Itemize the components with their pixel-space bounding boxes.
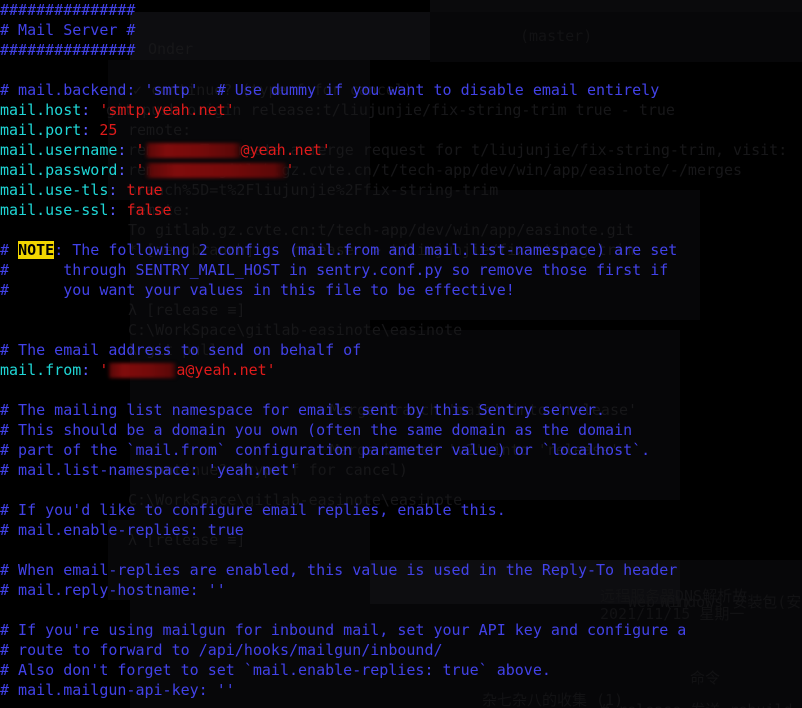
config-value: 'smtp.yeah.net'	[99, 101, 235, 119]
code-line[interactable]: # mail.backend: 'smtp' # Use dummy if yo…	[0, 80, 802, 100]
code-line[interactable]	[0, 300, 802, 320]
code-line[interactable]: ###############	[0, 40, 802, 60]
code-line[interactable]	[0, 380, 802, 400]
code-line[interactable]: # NOTE: The following 2 configs (mail.fr…	[0, 240, 802, 260]
redacted-value	[144, 143, 241, 158]
code-line[interactable]: # you want your values in this file to b…	[0, 280, 802, 300]
note-badge: NOTE	[18, 241, 55, 259]
code-line[interactable]: # Mail Server #	[0, 20, 802, 40]
comment-text: # mail.backend: 'smtp' # Use dummy if yo…	[0, 81, 660, 99]
config-key: mail.from	[0, 361, 82, 379]
code-line[interactable]: # through SENTRY_MAIL_HOST in sentry.con…	[0, 260, 802, 280]
comment-text: # The mailing list namespace for emails …	[0, 401, 606, 419]
config-file-text[interactable]: ############### # Mail Server # ##########…	[0, 0, 802, 708]
comment-text: # mail.reply-hostname: ''	[0, 581, 226, 599]
code-line[interactable]: # The mailing list namespace for emails …	[0, 400, 802, 420]
config-value: true	[126, 181, 163, 199]
comment-text: # through SENTRY_MAIL_HOST in sentry.con…	[0, 261, 669, 279]
comment-hash: #	[0, 241, 19, 259]
code-line[interactable]: # The email address to send on behalf of	[0, 340, 802, 360]
code-line[interactable]: mail.use-ssl: false	[0, 200, 802, 220]
config-key: mail.use-ssl	[0, 201, 109, 219]
comment-text: # If you're using mailgun for inbound ma…	[0, 621, 687, 639]
config-separator: :	[117, 141, 136, 159]
config-key: mail.password	[0, 161, 118, 179]
code-line[interactable]: # mail.reply-hostname: ''	[0, 580, 802, 600]
config-value-suffix: '	[285, 161, 295, 179]
code-line[interactable]: ###############	[0, 0, 802, 20]
comment-text: # Also don't forget to set `mail.enable-…	[0, 661, 551, 679]
comment-text: # When email-replies are enabled, this v…	[0, 561, 678, 579]
config-value: 25	[99, 121, 118, 139]
redacted-value	[144, 163, 286, 178]
code-line[interactable]	[0, 480, 802, 500]
config-key: mail.username	[0, 141, 118, 159]
screen-root: Onder (master) ✓ continue? (type f for can…	[0, 0, 802, 708]
code-line[interactable]: mail.host: 'smtp.yeah.net'	[0, 100, 802, 120]
config-value-suffix: @yeah.net'	[240, 141, 331, 159]
code-line[interactable]	[0, 320, 802, 340]
code-line[interactable]: mail.password: ' '	[0, 160, 802, 180]
code-line[interactable]: mail.from: ' a@yeah.net'	[0, 360, 802, 380]
code-line[interactable]	[0, 600, 802, 620]
comment-text: # Mail Server #	[0, 21, 136, 39]
code-line[interactable]: # mail.enable-replies: true	[0, 520, 802, 540]
comment-text: # If you'd like to configure email repli…	[0, 501, 506, 519]
comment-text: # mail.list-namespace: 'yeah.net'	[0, 461, 299, 479]
config-value-suffix: a@yeah.net'	[176, 361, 276, 379]
config-separator: :	[81, 101, 100, 119]
comment-text: # This should be a domain you own (often…	[0, 421, 633, 439]
code-line[interactable]: # When email-replies are enabled, this v…	[0, 560, 802, 580]
config-value-quote-open: '	[135, 161, 145, 179]
code-line[interactable]: mail.port: 25	[0, 120, 802, 140]
comment-text: # part of the `mail.from` configuration …	[0, 441, 651, 459]
config-value-quote-open: '	[135, 141, 145, 159]
config-key: mail.port	[0, 121, 82, 139]
code-line[interactable]: # part of the `mail.from` configuration …	[0, 440, 802, 460]
code-line[interactable]	[0, 220, 802, 240]
code-line[interactable]: # mail.mailgun-api-key: ''	[0, 680, 802, 700]
code-line[interactable]: mail.username: ' @yeah.net'	[0, 140, 802, 160]
comment-text: # you want your values in this file to b…	[0, 281, 515, 299]
comment-text: # mail.enable-replies: true	[0, 521, 244, 539]
config-separator: :	[117, 161, 136, 179]
config-separator: :	[108, 201, 127, 219]
code-line[interactable]: # mail.list-namespace: 'yeah.net'	[0, 460, 802, 480]
config-separator: :	[81, 361, 100, 379]
code-line[interactable]: # If you're using mailgun for inbound ma…	[0, 620, 802, 640]
comment-text: : The following 2 configs (mail.from and…	[54, 241, 678, 259]
code-line[interactable]: # Also don't forget to set `mail.enable-…	[0, 660, 802, 680]
comment-text: ###############	[0, 41, 136, 59]
code-line[interactable]	[0, 60, 802, 80]
comment-text: # mail.mailgun-api-key: ''	[0, 681, 235, 699]
comment-text: # The email address to send on behalf of	[0, 341, 362, 359]
comment-text: # route to forward to /api/hooks/mailgun…	[0, 641, 443, 659]
comment-text: ###############	[0, 1, 136, 19]
code-line[interactable]: mail.use-tls: true	[0, 180, 802, 200]
config-key: mail.host	[0, 101, 82, 119]
redacted-value	[108, 363, 177, 378]
config-separator: :	[108, 181, 127, 199]
code-line[interactable]: # route to forward to /api/hooks/mailgun…	[0, 640, 802, 660]
config-separator: :	[81, 121, 100, 139]
code-line[interactable]: # If you'd like to configure email repli…	[0, 500, 802, 520]
config-key: mail.use-tls	[0, 181, 109, 199]
code-line[interactable]: # This should be a domain you own (often…	[0, 420, 802, 440]
config-value: false	[126, 201, 172, 219]
code-line[interactable]	[0, 540, 802, 560]
config-value-quote-open: '	[99, 361, 109, 379]
